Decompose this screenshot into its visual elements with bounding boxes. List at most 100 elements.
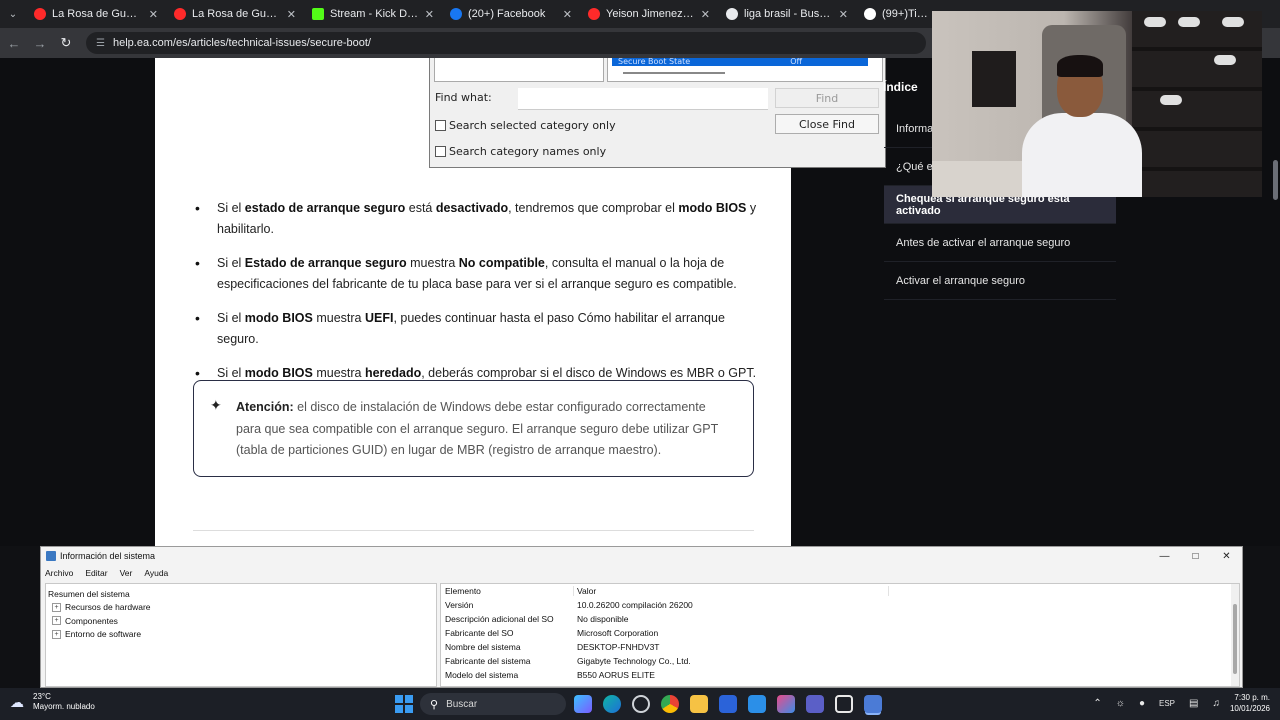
table-row[interactable]: Fabricante del sistema Gigabyte Technolog… <box>441 654 1239 668</box>
table-header: Elemento Valor <box>441 584 1239 598</box>
close-icon[interactable]: ✕ <box>1211 547 1242 565</box>
browser-tab[interactable]: (20+) Facebook ✕ <box>442 0 580 28</box>
volume-icon[interactable]: ♫ <box>1212 698 1220 709</box>
table-row[interactable]: Descripción adicional del SO No disponibl… <box>441 612 1239 626</box>
table-scrollbar[interactable] <box>1231 584 1239 686</box>
menu-ver[interactable]: Ver <box>120 568 133 578</box>
tab-title: (99+)TikTok - M <box>882 8 928 20</box>
browser-tab[interactable]: Stream - Kick Dashboard ✕ <box>304 0 442 28</box>
weather-widget[interactable]: ☁ 23°C Mayorm. nublado <box>10 692 95 712</box>
bold-text: desactivado <box>435 201 509 215</box>
teams-icon[interactable] <box>806 695 824 713</box>
person-shirt <box>1022 113 1142 197</box>
menu-ayuda[interactable]: Ayuda <box>144 568 168 578</box>
close-tab-icon[interactable]: ✕ <box>425 8 434 21</box>
browser-tab[interactable]: Yeison Jimenez - YouTube ✕ <box>580 0 718 28</box>
screenshot-row-value: Off <box>790 58 802 66</box>
toc-item[interactable]: Activar el arranque seguro <box>884 262 1116 300</box>
speaker <box>972 51 1016 107</box>
cell-valor: Gigabyte Technology Co., Ltd. <box>577 656 691 666</box>
search-selected-category-checkbox: Search selected category only <box>435 119 616 132</box>
close-tab-icon[interactable]: ✕ <box>839 8 848 21</box>
clock-time: 7:30 p. m. <box>1234 693 1270 702</box>
microsoft-store-icon[interactable] <box>719 695 737 713</box>
list-item: Si el modo BIOS muestra UEFI, puedes con… <box>193 308 763 350</box>
tree-item[interactable]: + Recursos de hardware <box>46 601 436 615</box>
language-indicator[interactable]: ESP <box>1159 699 1175 708</box>
table-row[interactable]: Modelo del sistema B550 AORUS ELITE <box>441 668 1239 682</box>
close-tab-icon[interactable]: ✕ <box>701 8 710 21</box>
window-titlebar[interactable]: Información del sistema <box>41 547 1242 565</box>
tree-item[interactable]: + Componentes <box>46 614 436 628</box>
column-header-elemento[interactable]: Elemento <box>441 586 574 596</box>
capcut-icon[interactable] <box>777 695 795 713</box>
obs-icon[interactable] <box>835 695 853 713</box>
search-icon: ⚲ <box>430 698 439 711</box>
menu-archivo[interactable]: Archivo <box>45 568 73 578</box>
menu-editar[interactable]: Editar <box>85 568 107 578</box>
table-row[interactable]: Fabricante del SO Microsoft Corporation <box>441 626 1239 640</box>
expand-icon[interactable]: + <box>52 616 61 626</box>
screenshot-listbox: Secure Boot State Off <box>607 58 883 82</box>
column-header-valor[interactable]: Valor <box>574 586 889 596</box>
site-info-icon[interactable]: ☰ <box>96 38 105 49</box>
tree-label: Resumen del sistema <box>48 588 130 599</box>
tree-item[interactable]: + Entorno de software <box>46 628 436 642</box>
close-tab-icon[interactable]: ✕ <box>287 8 296 21</box>
weather-description: Mayorm. nublado <box>33 702 95 711</box>
clock[interactable]: 7:30 p. m. 10/01/2026 <box>1230 692 1270 714</box>
tab-title: liga brasil - Buscar con G <box>744 8 833 20</box>
wifi-icon[interactable]: ▤ <box>1189 698 1198 709</box>
windows-start-icon[interactable] <box>394 694 414 714</box>
reload-icon[interactable]: ↻ <box>54 31 78 55</box>
expand-icon[interactable]: + <box>52 629 61 639</box>
tab-title: Yeison Jimenez - YouTube <box>606 8 695 20</box>
network-icon[interactable]: ☼ <box>1116 698 1125 709</box>
page-scrollbar[interactable] <box>1270 58 1280 546</box>
edge-icon[interactable] <box>603 695 621 713</box>
forward-arrow-icon[interactable]: → <box>28 31 52 55</box>
chrome-icon[interactable] <box>661 695 679 713</box>
screenshot-scrollbar <box>623 72 725 74</box>
close-tab-icon[interactable]: ✕ <box>149 8 158 21</box>
tab-search-icon[interactable]: ⌄ <box>0 0 26 28</box>
tab-title: La Rosa de Guadalupe | L <box>52 8 143 20</box>
youtube-favicon-icon <box>34 8 46 20</box>
expand-icon[interactable]: + <box>52 602 61 612</box>
browser-tab[interactable]: liga brasil - Buscar con G ✕ <box>718 0 856 28</box>
scrollbar-thumb[interactable] <box>1233 604 1237 674</box>
taskbar-search[interactable]: ⚲ Buscar <box>420 693 566 715</box>
toc-item[interactable]: Antes de activar el arranque seguro <box>884 224 1116 262</box>
steam-icon[interactable] <box>632 695 650 713</box>
table-row[interactable]: Versión 10.0.26200 compilación 26200 <box>441 598 1239 612</box>
minimize-icon[interactable]: — <box>1149 547 1180 565</box>
microphone-icon[interactable]: ● <box>1139 698 1145 709</box>
maximize-icon[interactable]: □ <box>1180 547 1211 565</box>
list-item: Si el estado de arranque seguro está des… <box>193 198 763 240</box>
tab-title: La Rosa de Guadalupe | L <box>192 8 281 20</box>
outlook-icon[interactable] <box>748 695 766 713</box>
chevron-up-icon[interactable]: ⌃ <box>1093 698 1101 709</box>
browser-tab[interactable]: La Rosa de Guadalupe | L ✕ <box>26 0 166 28</box>
text-run: Si el <box>217 311 245 325</box>
back-arrow-icon[interactable]: ← <box>2 31 26 55</box>
checkbox-box <box>435 120 446 131</box>
text-run: muestra <box>312 311 365 325</box>
clock-date: 10/01/2026 <box>1229 704 1270 713</box>
close-tab-icon[interactable]: ✕ <box>563 8 572 21</box>
callout-label: Atención: <box>236 400 294 414</box>
browser-tab[interactable]: (99+)TikTok - M <box>856 0 936 28</box>
text-run: Si el <box>217 201 245 215</box>
table-row[interactable]: Nombre del sistema DESKTOP-FNHDV3T <box>441 640 1239 654</box>
search-placeholder: Buscar <box>446 698 478 710</box>
address-bar[interactable]: ☰ help.ea.com/es/articles/technical-issu… <box>86 32 926 54</box>
sysinfo-taskbar-icon[interactable] <box>864 695 882 713</box>
tree-item[interactable]: Resumen del sistema <box>46 587 436 601</box>
browser-tab[interactable]: La Rosa de Guadalupe | L ✕ <box>166 0 304 28</box>
scrollbar-thumb[interactable] <box>1273 160 1278 200</box>
bullet-list: Si el estado de arranque seguro está des… <box>193 198 763 397</box>
file-explorer-icon[interactable] <box>690 695 708 713</box>
cell-elemento: Fabricante del sistema <box>445 656 531 666</box>
copilot-icon[interactable] <box>574 695 592 713</box>
sysinfo-app-icon <box>46 551 56 561</box>
